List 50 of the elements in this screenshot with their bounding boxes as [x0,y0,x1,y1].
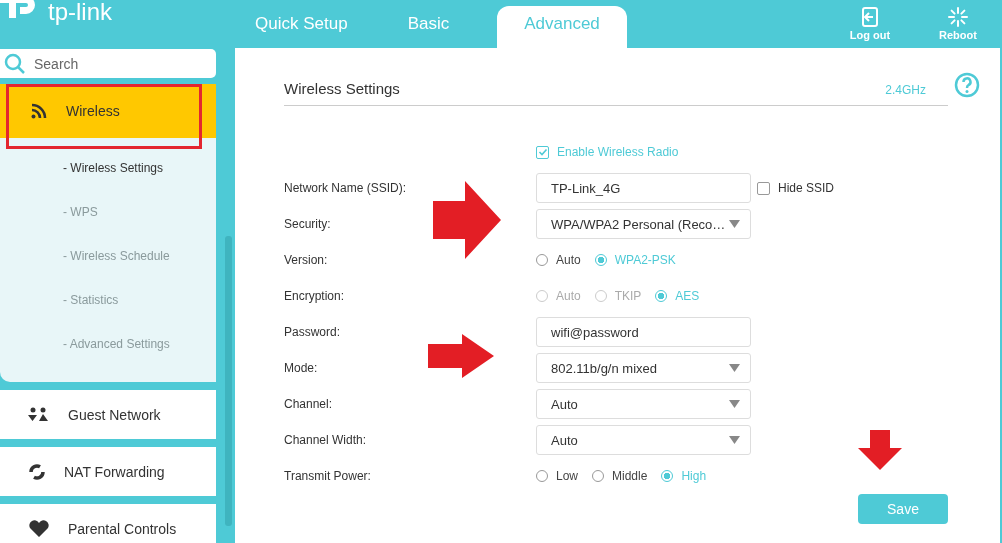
caret-icon [729,400,740,408]
guest-icon [28,406,50,423]
field-label: Channel: [284,397,334,411]
band-label: 2.4GHz [885,83,926,97]
radio-label: WPA2-PSK [614,253,676,267]
checkbox-label: Enable Wireless Radio [557,145,679,159]
radio-label: AES [675,289,700,303]
text-field[interactable]: wifi@password [536,317,751,347]
radio-button[interactable] [594,254,607,266]
radio-label: Auto [556,289,581,303]
heart-icon [28,519,50,538]
brand-name: tp-link [48,0,113,26]
wifi-icon [30,102,48,120]
refresh-icon [28,462,46,481]
checkbox-label: Hide SSID [778,181,835,195]
field-label: Network Name (SSID): [284,181,408,195]
logout-icon [861,7,879,27]
radio-label: Auto [556,253,581,267]
radio-label: High [681,469,707,483]
section-title: Wireless Settings [284,80,400,97]
dropdown[interactable]: Auto [536,425,751,455]
dropdown[interactable]: WPA/WPA2 Personal (Reco… [536,209,751,239]
radio-button[interactable] [661,470,674,482]
submenu-item[interactable]: - Wireless Settings [63,146,216,190]
radio-label: TKIP [614,289,642,303]
dropdown[interactable]: 802.11b/g/n mixed [536,353,751,383]
field-label: Mode: [284,361,319,375]
caret-icon [729,220,740,228]
arrow-icon [428,334,494,378]
field-label: Security: [284,217,332,231]
menu-item[interactable]: Wireless [0,84,216,138]
reboot-icon [948,7,968,27]
caret-icon [729,436,740,444]
field-label: Version: [284,253,329,267]
help-icon[interactable] [954,72,980,98]
dropdown[interactable]: Auto [536,389,751,419]
caret-icon [729,364,740,372]
radio-label: Low [556,469,578,483]
radio-button[interactable] [655,290,668,302]
text-field[interactable]: TP-Link_4G [536,173,751,203]
checkbox[interactable] [757,181,770,195]
field-label: Channel Width: [284,433,368,447]
field-label: Password: [284,325,342,339]
field-label: Encryption: [284,289,346,303]
search-field[interactable]: Search [0,49,216,78]
field-label: Transmit Power: [284,469,372,483]
checkbox[interactable] [536,145,549,159]
arrow-icon [858,430,902,470]
radio-label: Middle [612,469,648,483]
arrow-icon [433,181,501,259]
